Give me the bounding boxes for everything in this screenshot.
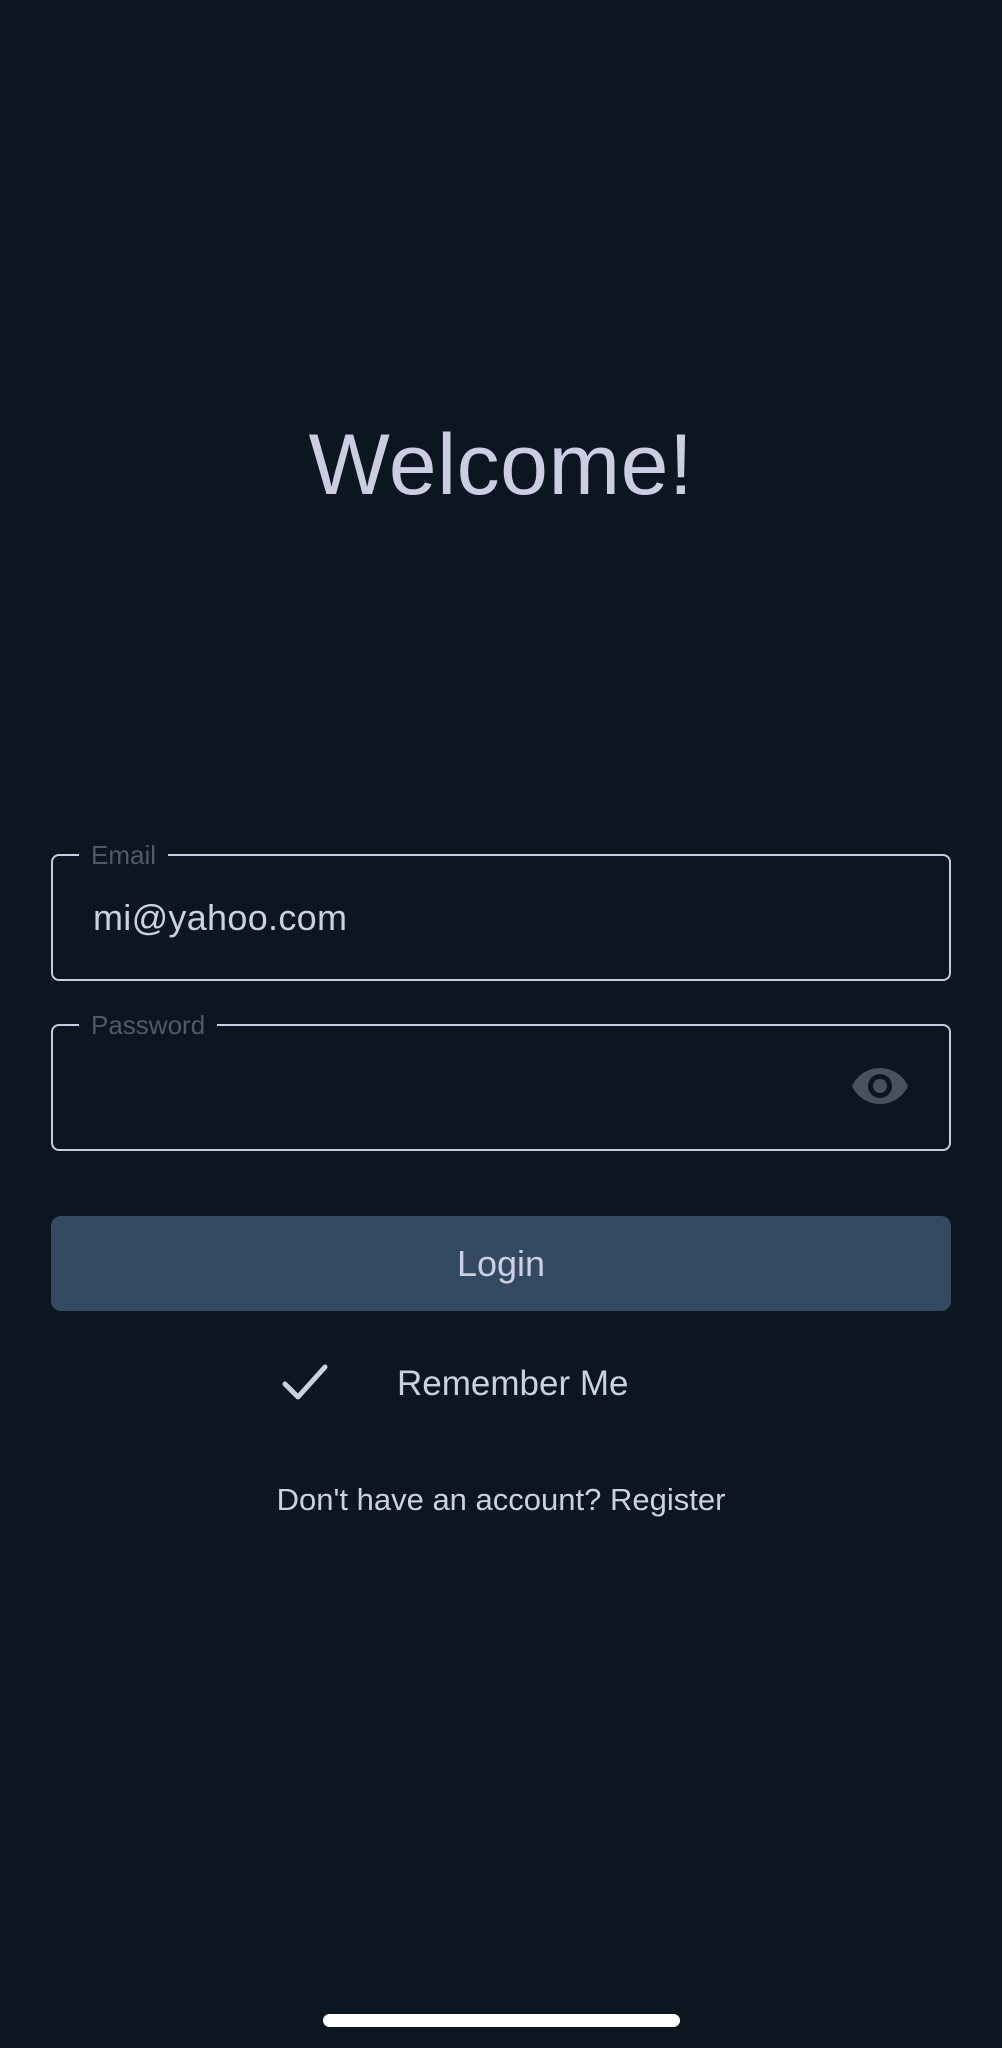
remember-me-row[interactable]: Remember Me <box>0 1358 1002 1410</box>
password-field-label: Password <box>79 1009 218 1041</box>
home-indicator <box>323 2014 680 2027</box>
email-field-value[interactable]: mi@yahoo.com <box>93 856 347 979</box>
remember-me-label[interactable]: Remember Me <box>397 1358 628 1410</box>
eye-icon[interactable] <box>851 1064 909 1108</box>
password-field[interactable]: Password <box>51 1009 951 1151</box>
login-button[interactable]: Login <box>51 1216 951 1311</box>
register-link[interactable]: Don't have an account? Register <box>0 1478 1002 1522</box>
email-field[interactable]: Email mi@yahoo.com <box>51 839 951 981</box>
page-title: Welcome! <box>308 417 694 513</box>
check-icon[interactable] <box>280 1362 330 1404</box>
login-screen: Welcome! Email mi@yahoo.com Password Log… <box>0 0 1002 2048</box>
